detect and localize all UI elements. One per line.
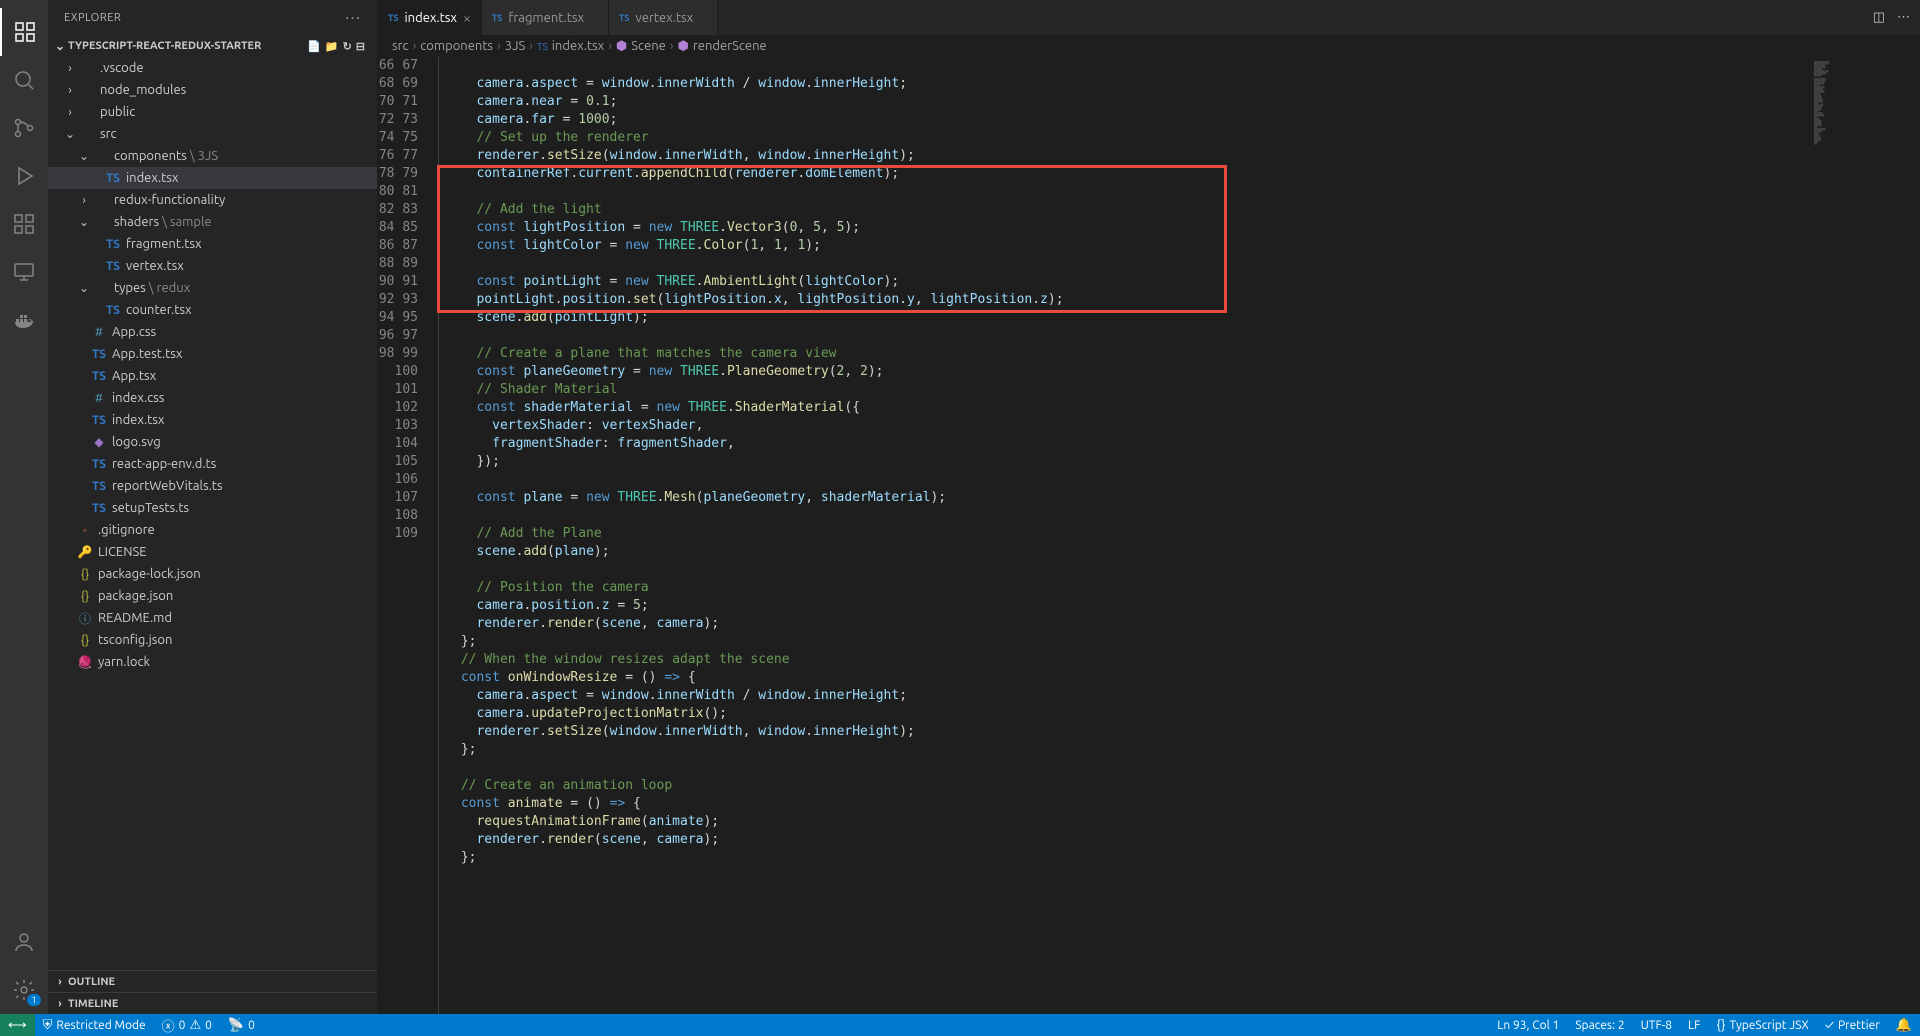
explorer-title: EXPLORER bbox=[64, 12, 121, 24]
line-numbers: 66 67 68 69 70 71 72 73 74 75 76 77 78 7… bbox=[378, 57, 438, 1014]
shield-icon: ⛨ bbox=[43, 1018, 53, 1033]
encoding[interactable]: UTF-8 bbox=[1633, 1014, 1680, 1036]
tab-fragment[interactable]: TS fragment.tsx × bbox=[482, 0, 609, 35]
timeline-section[interactable]: ›TIMELINE bbox=[48, 992, 377, 1014]
file-counter-tsx[interactable]: TScounter.tsx bbox=[48, 299, 377, 321]
remote-icon: ⟷ bbox=[8, 1018, 27, 1033]
folder-src[interactable]: ⌄src bbox=[48, 123, 377, 145]
file-package-json[interactable]: {}package.json bbox=[48, 585, 377, 607]
check-icon: ✓ bbox=[1825, 1018, 1834, 1032]
new-file-icon[interactable]: 📄 bbox=[307, 40, 321, 53]
notifications-icon[interactable]: 🔔 bbox=[1888, 1014, 1920, 1036]
extensions-icon[interactable] bbox=[0, 200, 48, 248]
project-section-header[interactable]: ⌄ TYPESCRIPT-REACT-REDUX-STARTER 📄 📁 ↻ ⊟ bbox=[48, 35, 377, 57]
tab-vertex[interactable]: TS vertex.tsx × bbox=[609, 0, 718, 35]
accounts-icon[interactable] bbox=[0, 918, 48, 966]
settings-icon[interactable]: 1 bbox=[0, 966, 48, 1014]
file-setup-tests[interactable]: TSsetupTests.ts bbox=[48, 497, 377, 519]
status-bar: ⟷ ⛨Restricted Mode ⓧ0 ⚠0 📡0 Ln 93, Col 1… bbox=[0, 1014, 1920, 1036]
folder-components[interactable]: ⌄components \ 3JS bbox=[48, 145, 377, 167]
prettier[interactable]: ✓Prettier bbox=[1817, 1014, 1888, 1036]
collapse-all-icon[interactable]: ⊟ bbox=[356, 40, 365, 53]
outline-section[interactable]: ›OUTLINE bbox=[48, 970, 377, 992]
folder-public[interactable]: ›public bbox=[48, 101, 377, 123]
file-report-vitals[interactable]: TSreportWebVitals.ts bbox=[48, 475, 377, 497]
sidebar-header: EXPLORER ⋯ bbox=[48, 0, 377, 35]
file-index-css[interactable]: #index.css bbox=[48, 387, 377, 409]
file-react-env[interactable]: TSreact-app-env.d.ts bbox=[48, 453, 377, 475]
warning-icon: ⚠ bbox=[189, 1018, 201, 1033]
indentation[interactable]: Spaces: 2 bbox=[1567, 1014, 1632, 1036]
eol[interactable]: LF bbox=[1680, 1014, 1708, 1036]
file-vertex-tsx[interactable]: TSvertex.tsx bbox=[48, 255, 377, 277]
language-mode[interactable]: {}TypeScript JSX bbox=[1708, 1014, 1816, 1036]
folder-vscode[interactable]: ›.vscode bbox=[48, 57, 377, 79]
settings-badge: 1 bbox=[27, 994, 40, 1006]
editor-tabs: TS index.tsx × TS fragment.tsx × TS vert… bbox=[378, 0, 1920, 35]
file-tree: ›.vscode ›node_modules ›public ⌄src ⌄com… bbox=[48, 57, 377, 970]
remote-explorer-icon[interactable] bbox=[0, 248, 48, 296]
broadcast-icon: 📡 bbox=[228, 1018, 244, 1033]
code-editor[interactable]: camera.aspect = window.innerWidth / wind… bbox=[438, 57, 1810, 1014]
remote-indicator[interactable]: ⟷ bbox=[0, 1014, 35, 1036]
folder-redux-functionality[interactable]: ›redux-functionality bbox=[48, 189, 377, 211]
new-folder-icon[interactable]: 📁 bbox=[325, 40, 339, 53]
error-icon: ⓧ bbox=[162, 1016, 175, 1035]
tab-index[interactable]: TS index.tsx × bbox=[378, 0, 482, 35]
folder-node-modules[interactable]: ›node_modules bbox=[48, 79, 377, 101]
restricted-mode[interactable]: ⛨Restricted Mode bbox=[35, 1014, 154, 1036]
source-control-icon[interactable] bbox=[0, 104, 48, 152]
file-logo-svg[interactable]: ◆logo.svg bbox=[48, 431, 377, 453]
file-app-test[interactable]: TSApp.test.tsx bbox=[48, 343, 377, 365]
file-index-tsx[interactable]: TSindex.tsx bbox=[48, 167, 377, 189]
tab-label: index.tsx bbox=[405, 11, 457, 25]
run-debug-icon[interactable] bbox=[0, 152, 48, 200]
more-actions-icon[interactable]: ⋯ bbox=[1897, 10, 1910, 25]
tab-label: vertex.tsx bbox=[635, 11, 693, 25]
file-app-tsx[interactable]: TSApp.tsx bbox=[48, 365, 377, 387]
editor-area: TS index.tsx × TS fragment.tsx × TS vert… bbox=[378, 0, 1920, 1014]
docker-icon[interactable] bbox=[0, 296, 48, 344]
file-tsconfig[interactable]: {}tsconfig.json bbox=[48, 629, 377, 651]
tab-label: fragment.tsx bbox=[508, 11, 584, 25]
problems[interactable]: ⓧ0 ⚠0 bbox=[154, 1014, 220, 1036]
ports[interactable]: 📡0 bbox=[220, 1014, 263, 1036]
explorer-icon[interactable] bbox=[0, 8, 48, 56]
file-package-lock[interactable]: {}package-lock.json bbox=[48, 563, 377, 585]
file-gitignore[interactable]: ◦.gitignore bbox=[48, 519, 377, 541]
file-license[interactable]: 🔑LICENSE bbox=[48, 541, 377, 563]
file-fragment-tsx[interactable]: TSfragment.tsx bbox=[48, 233, 377, 255]
file-yarn-lock[interactable]: 🧶yarn.lock bbox=[48, 651, 377, 673]
refresh-icon[interactable]: ↻ bbox=[343, 40, 352, 53]
close-icon[interactable]: × bbox=[463, 10, 471, 26]
ts-icon: TS bbox=[492, 13, 503, 23]
file-readme[interactable]: ⓘREADME.md bbox=[48, 607, 377, 629]
project-name: TYPESCRIPT-REACT-REDUX-STARTER bbox=[68, 40, 307, 52]
file-src-index-tsx[interactable]: TSindex.tsx bbox=[48, 409, 377, 431]
search-icon[interactable] bbox=[0, 56, 48, 104]
folder-types[interactable]: ⌄types \ redux bbox=[48, 277, 377, 299]
explorer-more-icon[interactable]: ⋯ bbox=[345, 8, 362, 27]
minimap[interactable]: ████ ████ ████ ███ ████████ ██ █████████… bbox=[1810, 57, 1920, 1014]
minimap-content: ████ ████ ████ ███ ████████ ██ █████████… bbox=[1814, 61, 1916, 145]
split-editor-icon[interactable]: ◫ bbox=[1873, 10, 1885, 25]
activity-bar: 1 bbox=[0, 0, 48, 1014]
folder-shaders[interactable]: ⌄shaders \ sample bbox=[48, 211, 377, 233]
sidebar: EXPLORER ⋯ ⌄ TYPESCRIPT-REACT-REDUX-STAR… bbox=[48, 0, 378, 1014]
cursor-position[interactable]: Ln 93, Col 1 bbox=[1489, 1014, 1567, 1036]
chevron-down-icon: ⌄ bbox=[52, 39, 68, 53]
breadcrumbs[interactable]: src› components› 3JS› TSindex.tsx› ⬢Scen… bbox=[378, 35, 1920, 57]
braces-icon: {} bbox=[1716, 1018, 1725, 1032]
file-app-css[interactable]: #App.css bbox=[48, 321, 377, 343]
ts-icon: TS bbox=[619, 13, 630, 23]
ts-icon: TS bbox=[388, 13, 399, 23]
